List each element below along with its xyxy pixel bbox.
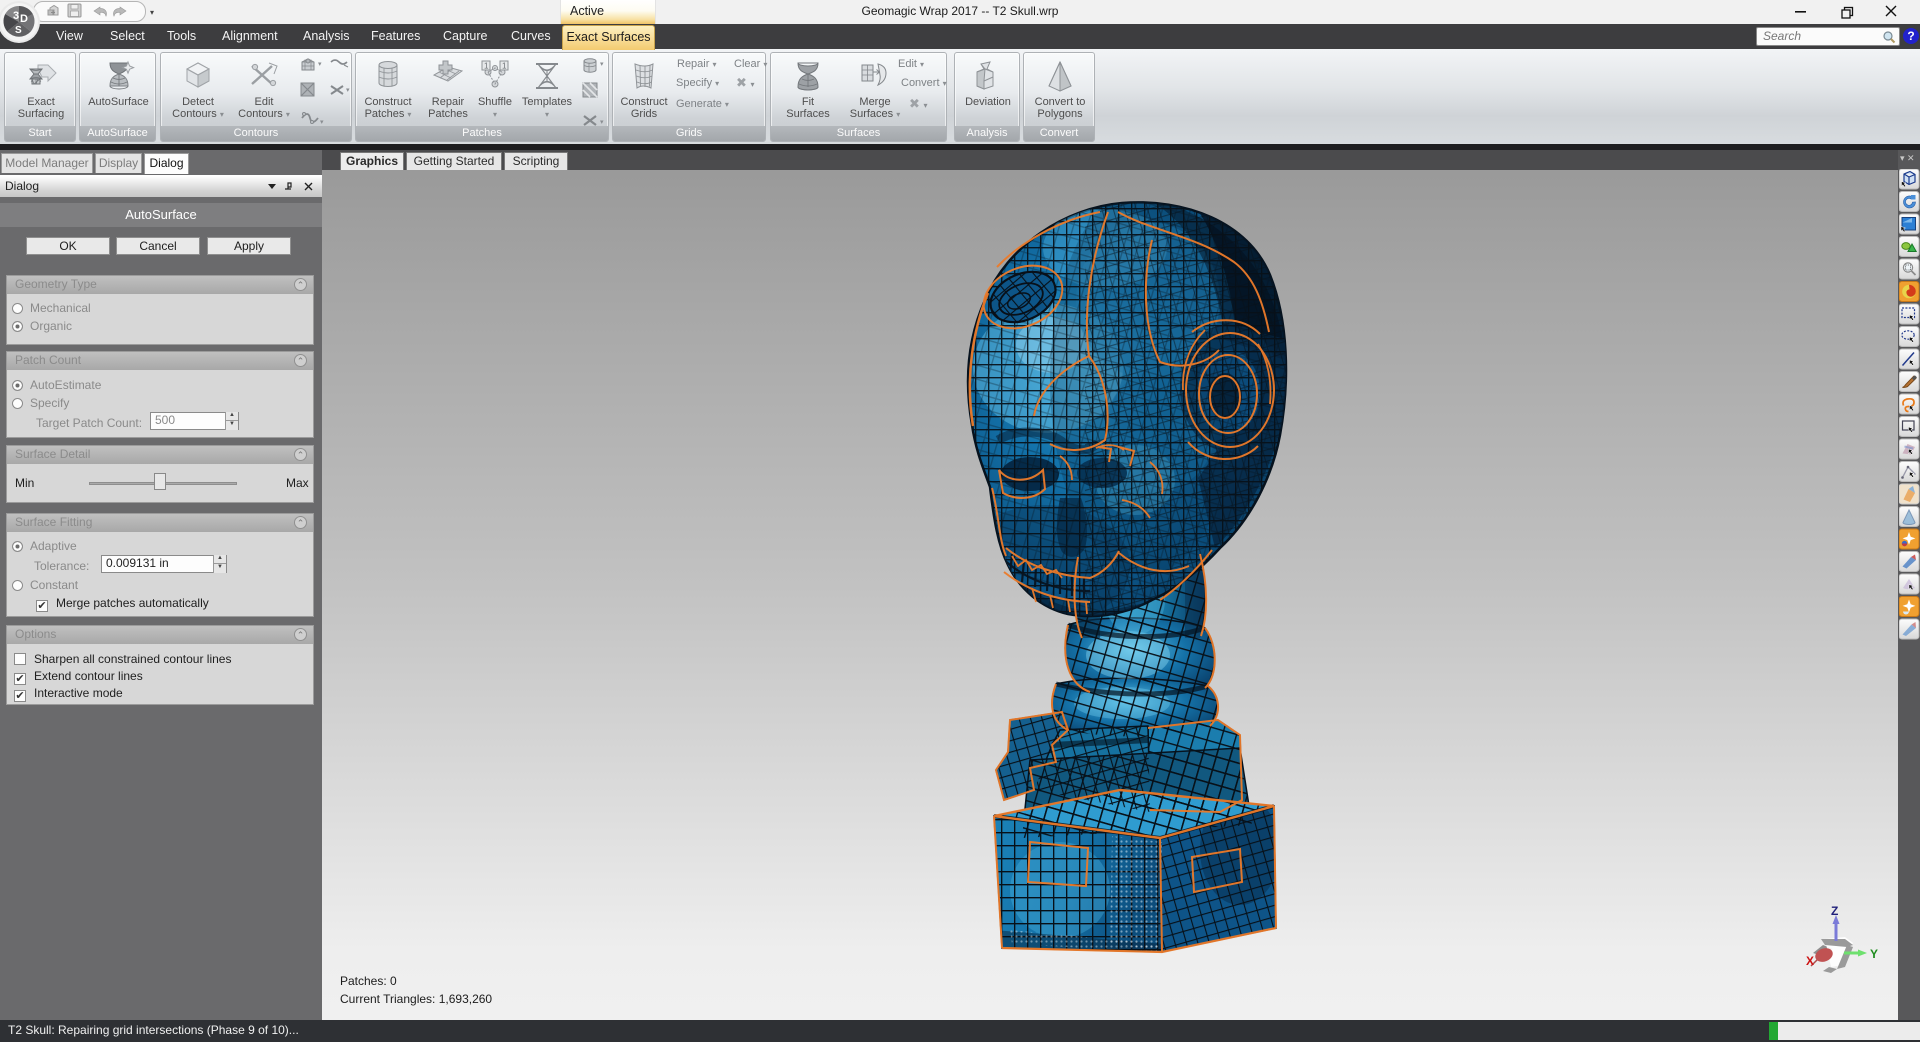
svg-text:▾: ▾ <box>600 61 604 68</box>
svg-text:▾: ▾ <box>346 87 350 94</box>
svg-text:▾: ▾ <box>600 119 604 126</box>
svg-text:D: D <box>20 13 28 25</box>
svg-text:Z: Z <box>1831 905 1838 918</box>
svg-text:1: 1 <box>502 62 507 71</box>
svg-text:▾: ▾ <box>318 61 322 68</box>
svg-text:▾: ▾ <box>320 119 324 126</box>
svg-text:S: S <box>15 25 22 36</box>
svg-text:1: 1 <box>484 62 489 71</box>
svg-text:X: X <box>1806 954 1814 968</box>
svg-text:3: 3 <box>13 10 19 22</box>
svg-text:Y: Y <box>1870 947 1878 961</box>
